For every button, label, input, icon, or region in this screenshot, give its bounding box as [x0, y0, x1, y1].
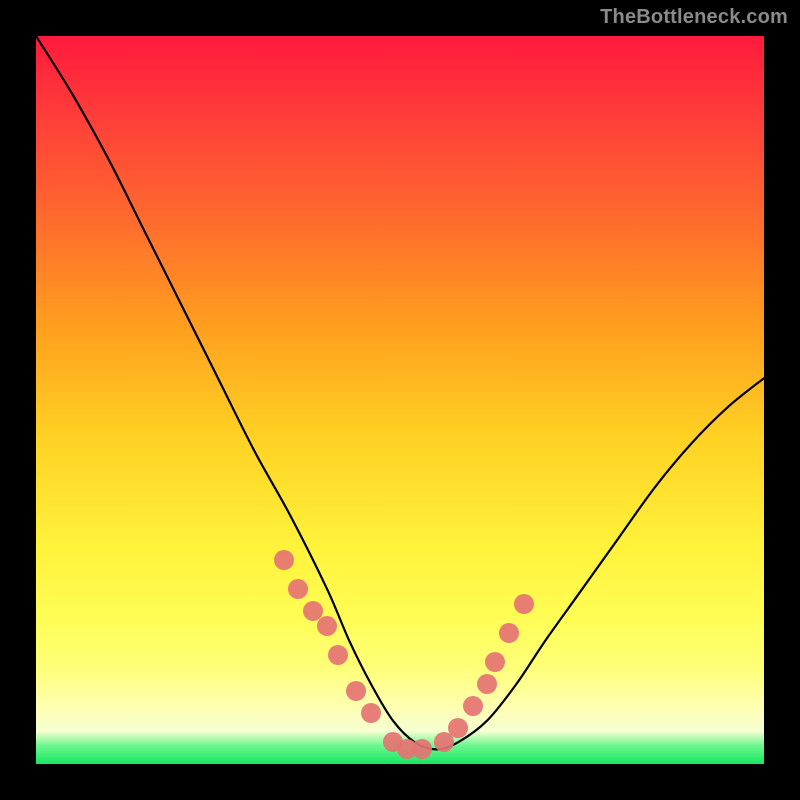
scatter-point: [412, 739, 432, 759]
scatter-point: [361, 703, 381, 723]
scatter-point: [328, 645, 348, 665]
scatter-point: [499, 623, 519, 643]
scatter-point: [448, 718, 468, 738]
scatter-point: [514, 594, 534, 614]
chart-frame: TheBottleneck.com: [0, 0, 800, 800]
scatter-point: [317, 616, 337, 636]
scatter-point: [274, 550, 294, 570]
scatter-point: [463, 696, 483, 716]
scatter-point: [346, 681, 366, 701]
scatter-point: [485, 652, 505, 672]
scatter-point: [477, 674, 497, 694]
plot-area: [36, 36, 764, 764]
scatter-point: [288, 579, 308, 599]
watermark-text: TheBottleneck.com: [600, 6, 788, 29]
scatter-layer: [36, 36, 764, 764]
